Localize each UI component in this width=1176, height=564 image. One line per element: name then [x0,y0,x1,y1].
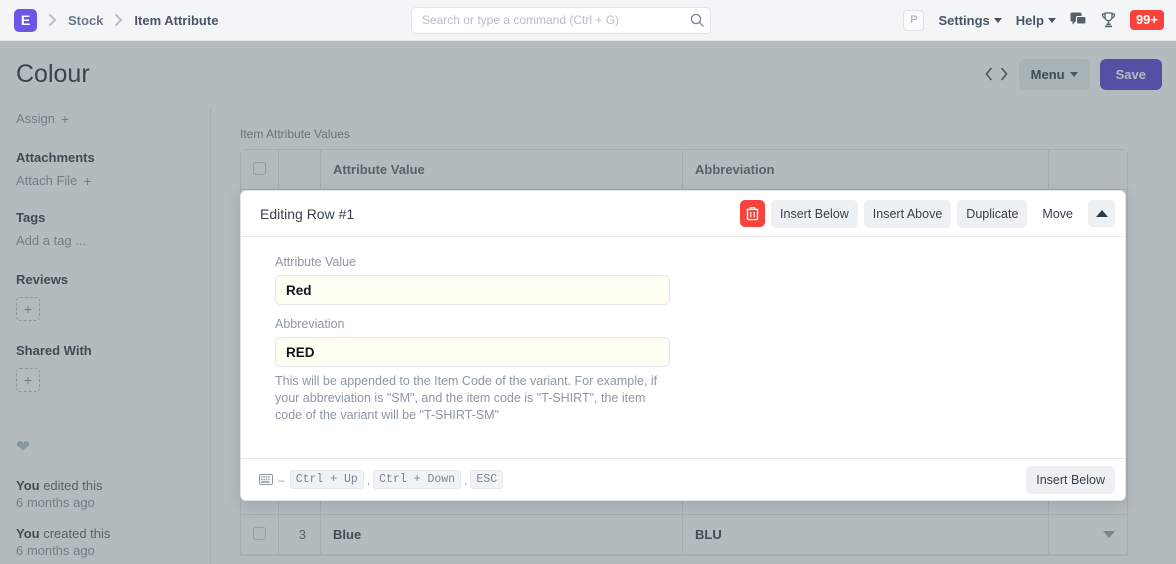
abbreviation-label: Abbreviation [275,317,1105,331]
footer-insert-below-button[interactable]: Insert Below [1026,466,1115,494]
attribute-value-input[interactable] [275,275,670,305]
breadcrumb-item-item-attribute[interactable]: Item Attribute [134,13,218,28]
chevron-down-icon [994,18,1002,23]
insert-below-button[interactable]: Insert Below [771,200,858,228]
help-label: Help [1016,13,1044,28]
help-dropdown[interactable]: Help [1016,13,1056,28]
avatar[interactable]: P [903,10,924,31]
keyboard-shortcuts-hint: – Ctrl + Up , Ctrl + Down , ESC [259,470,503,489]
abbreviation-help-text: This will be appended to the Item Code o… [275,373,675,424]
abbreviation-input[interactable] [275,337,670,367]
chevron-down-icon-2 [1048,18,1056,23]
comment-icon[interactable] [1070,12,1087,28]
chevron-right-icon [48,14,57,26]
hint-dash: – [278,473,285,487]
field-abbreviation: Abbreviation This will be appended to th… [275,317,1105,424]
editing-row-body: Attribute Value Abbreviation This will b… [241,237,1125,458]
app-logo-icon[interactable]: E [14,9,37,32]
chevron-right-icon-2 [114,14,123,26]
navbar-actions: P Settings Help [903,10,1176,31]
navbar-search-area [411,7,711,34]
insert-above-button[interactable]: Insert Above [864,200,952,228]
delete-row-button[interactable] [740,200,765,227]
editing-row-footer: – Ctrl + Up , Ctrl + Down , ESC Insert B… [241,458,1125,500]
keyboard-icon [259,474,273,485]
shortcut-esc: ESC [470,470,503,489]
shortcut-ctrl-up: Ctrl + Up [290,470,364,489]
notification-badge[interactable]: 99+ [1130,10,1164,30]
editing-row-header: Editing Row #1 Insert Below Insert Above… [241,191,1125,237]
trash-icon [746,206,759,221]
editing-row-title: Editing Row #1 [260,206,354,222]
trophy-icon[interactable] [1101,12,1116,28]
field-attribute-value: Attribute Value [275,255,1105,305]
editing-row-dialog: Editing Row #1 Insert Below Insert Above… [240,190,1126,501]
settings-label: Settings [938,13,989,28]
duplicate-button[interactable]: Duplicate [957,200,1027,228]
search-input[interactable] [411,7,711,34]
move-button[interactable]: Move [1033,200,1082,228]
shortcut-ctrl-down: Ctrl + Down [373,470,461,489]
attribute-value-label: Attribute Value [275,255,1105,269]
top-navbar: E Stock Item Attribute P Settings Help [0,0,1176,41]
breadcrumb: E Stock Item Attribute [0,9,218,32]
shortcut-separator-1: , [367,473,370,487]
settings-dropdown[interactable]: Settings [938,13,1001,28]
shortcut-separator-2: , [464,473,467,487]
chevron-up-icon [1096,210,1108,217]
breadcrumb-item-stock[interactable]: Stock [68,13,103,28]
collapse-row-button[interactable] [1088,200,1115,227]
editing-row-actions: Insert Below Insert Above Duplicate Move [740,200,1115,228]
